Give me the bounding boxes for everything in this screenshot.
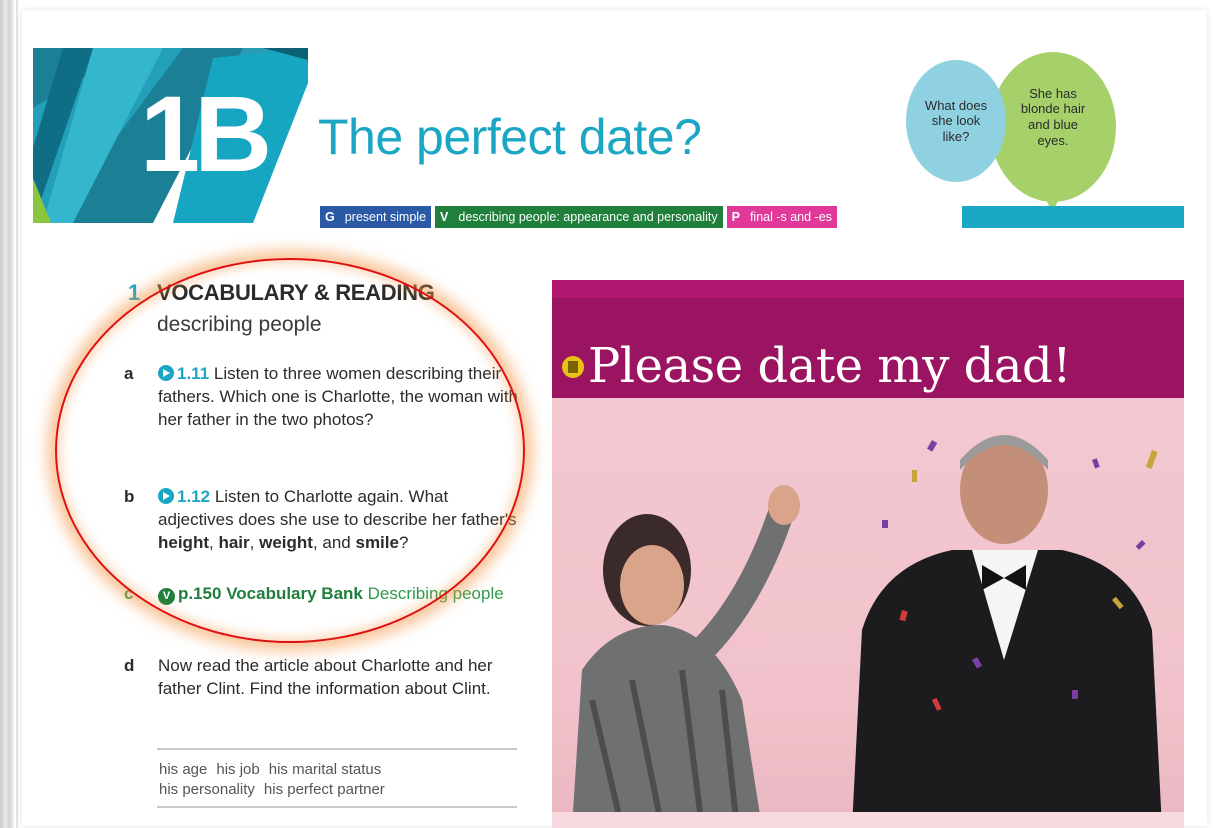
grammar-tag-key: G: [320, 206, 340, 228]
word-item: his perfect partner: [263, 781, 385, 798]
photo-illustration: [572, 435, 1162, 828]
red-highlight-circle: [55, 258, 525, 643]
word-item: his personality: [159, 781, 255, 798]
article-photo: [552, 400, 1184, 828]
book-binding: [0, 0, 14, 828]
article-title-band: Please date my dad!: [552, 298, 1184, 398]
exercise-letter: d: [124, 656, 135, 675]
pronunciation-tag: P final -s and -es: [726, 206, 837, 228]
vocabulary-tag-key: V: [435, 206, 454, 228]
exercise-d: d Now read the article about Charlotte a…: [124, 654, 524, 700]
binding-edge: [16, 0, 18, 828]
information-word-box: his age his job his marital status his per…: [157, 748, 517, 808]
word-item: his marital status: [268, 761, 382, 778]
grammar-tag: G present simple: [320, 206, 432, 228]
vocabulary-tag: V describing people: appearance and pers…: [435, 206, 723, 228]
speech-bubble-answer: She has blonde hair and blue eyes.: [990, 52, 1116, 202]
bubble-answer-text: She has blonde hair and blue eyes.: [1020, 85, 1086, 148]
bubble-question-text: What does she look like?: [924, 97, 988, 144]
word-item: his age: [159, 761, 208, 778]
article-bottom-strip: [552, 812, 1184, 828]
article-panel: Please date my dad!: [552, 280, 1184, 828]
lesson-focus-bar: G present simple V describing people: ap…: [320, 205, 837, 229]
article-top-strip: [552, 280, 1184, 298]
article-title: Please date my dad!: [588, 338, 1072, 394]
pronunciation-tag-label: final -s and -es: [744, 206, 837, 228]
lesson-title: The perfect date?: [318, 109, 702, 165]
pronunciation-tag-key: P: [726, 206, 745, 228]
tag-bar-strip: [962, 206, 1184, 228]
speech-bubble-question: What does she look like?: [906, 60, 1006, 182]
word-item: his job: [216, 761, 260, 778]
reading-note-icon: [562, 356, 584, 378]
exercise-text: Now read the article about Charlotte and…: [158, 656, 493, 698]
vocabulary-tag-label: describing people: appearance and person…: [453, 206, 723, 228]
lesson-code: 1B: [140, 73, 272, 194]
grammar-tag-label: present simple: [339, 206, 432, 228]
